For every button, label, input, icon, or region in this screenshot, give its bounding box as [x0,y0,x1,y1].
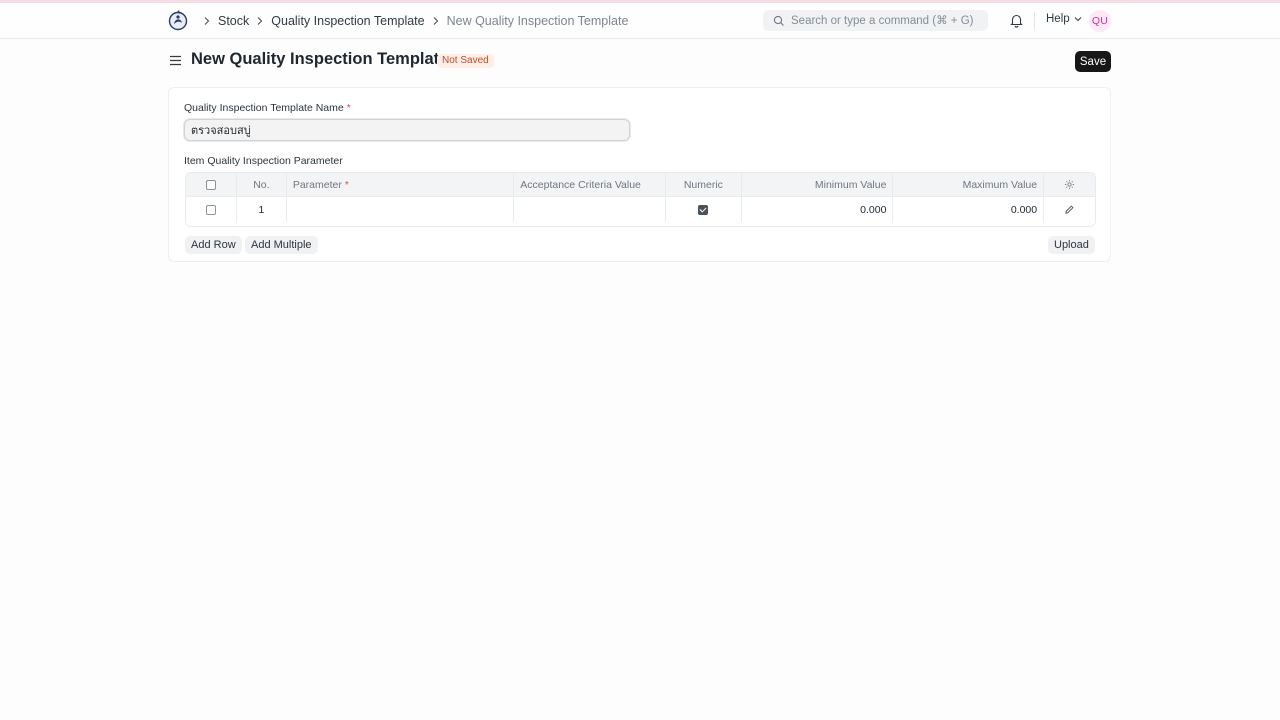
chevron-right-icon [433,17,438,25]
upload-button[interactable]: Upload [1048,236,1095,254]
parameter-table: No. Parameter * Acceptance Criteria Valu… [185,172,1096,227]
row-numeric-cell [666,197,742,222]
row-checkbox-cell [186,197,237,222]
breadcrumb-stock[interactable]: Stock [218,14,249,28]
row-parameter[interactable] [287,197,515,222]
row-min-value[interactable]: 0.000 [742,197,894,222]
select-all-checkbox[interactable] [205,179,216,190]
required-mark: * [346,102,351,114]
row-no: 1 [237,197,287,222]
header-no: No. [237,173,287,196]
parameter-table-label: Item Quality Inspection Parameter [184,155,343,167]
app-logo-icon[interactable] [168,9,188,31]
search-input[interactable] [791,14,981,27]
header-parameter: Parameter * [287,173,515,196]
breadcrumb: Stock Quality Inspection Template New Qu… [196,3,628,39]
template-name-input[interactable] [184,119,630,141]
table-row[interactable]: 1 0.000 0.000 [186,197,1095,222]
required-mark: * [344,178,349,191]
template-name-label-text: Quality Inspection Template Name [184,102,344,114]
header-numeric: Numeric [666,173,742,196]
breadcrumb-current: New Quality Inspection Template [446,14,629,28]
row-edit-cell [1044,197,1095,222]
navbar-divider [1034,12,1035,30]
help-menu[interactable]: Help [1046,13,1082,25]
form-card: Quality Inspection Template Name * Item … [168,87,1111,262]
header-min: Minimum Value [742,173,894,196]
search-icon [773,15,784,26]
page-title: New Quality Inspection Template [191,50,449,68]
row-max-value[interactable]: 0.000 [893,197,1045,222]
header-parameter-text: Parameter [292,178,342,191]
chevron-right-icon [204,17,210,25]
header-max: Maximum Value [893,173,1045,196]
bell-icon[interactable] [1009,13,1024,28]
help-label: Help [1046,13,1070,25]
table-header-row: No. Parameter * Acceptance Criteria Valu… [186,173,1095,197]
hamburger-menu-icon[interactable] [169,54,182,67]
search-bar[interactable] [763,10,988,31]
avatar[interactable]: QU [1089,10,1111,32]
gear-icon[interactable] [1064,179,1075,190]
add-row-button[interactable]: Add Row [185,236,242,254]
save-button[interactable]: Save [1075,51,1111,72]
status-badge: Not Saved [437,54,494,68]
add-multiple-button[interactable]: Add Multiple [245,236,318,254]
header-acceptance: Acceptance Criteria Value [514,173,666,196]
chevron-down-icon [1074,17,1082,22]
template-name-label: Quality Inspection Template Name * [184,102,351,114]
row-select-checkbox[interactable] [205,204,216,215]
chevron-right-icon [257,17,263,25]
numeric-checkbox[interactable] [698,204,709,215]
header-checkbox-cell [186,173,237,196]
row-acceptance[interactable] [514,197,666,222]
navbar: Stock Quality Inspection Template New Qu… [0,3,1280,39]
breadcrumb-quality-inspection-template[interactable]: Quality Inspection Template [271,14,424,28]
header-settings-cell [1044,173,1095,196]
pencil-icon[interactable] [1064,204,1075,215]
